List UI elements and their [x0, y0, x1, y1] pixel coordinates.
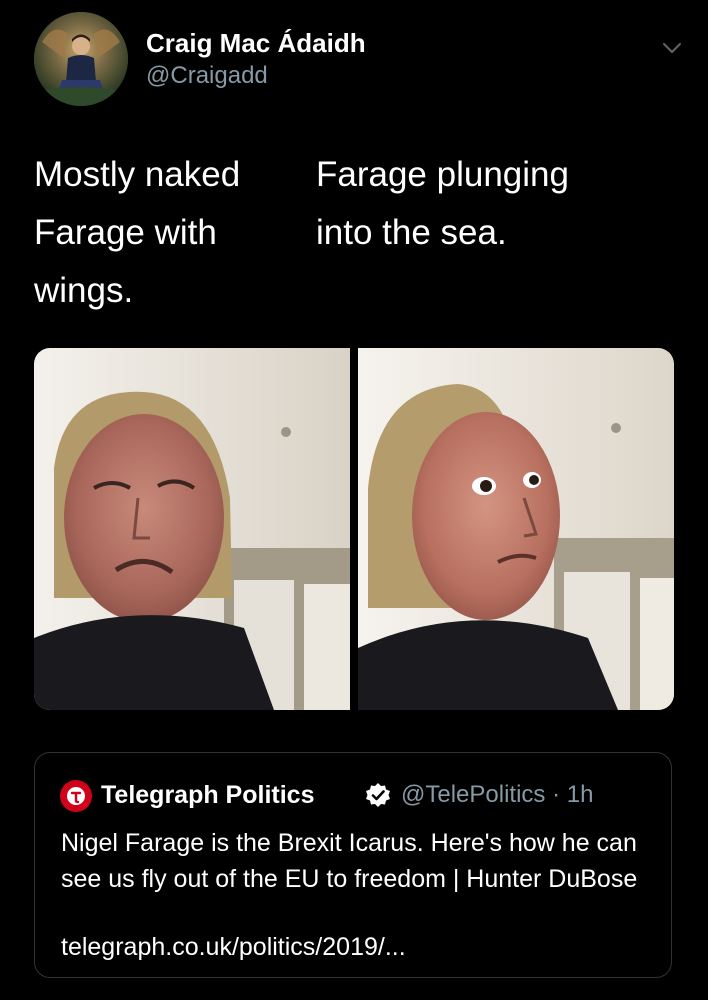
avatar-image — [34, 12, 128, 106]
reaction-interested-photo — [358, 348, 674, 710]
reaction-disgust-photo — [34, 348, 350, 710]
tweet-text-line: into the sea. — [316, 213, 507, 252]
tweet-text-line: Farage plunging — [316, 155, 569, 194]
verified-badge-icon — [365, 782, 391, 808]
tweet-text-left-column: Mostly naked Farage with wings. — [34, 146, 284, 320]
author-name[interactable]: Craig Mac Ádaidh — [146, 28, 366, 59]
quoted-handle-time[interactable]: @TelePolitics · 1h — [401, 781, 593, 809]
tweet-text-line: Mostly naked — [34, 155, 241, 194]
media-panel-interested[interactable] — [358, 348, 674, 710]
tweet-header: Craig Mac Ádaidh @Craigadd — [34, 12, 684, 108]
telegraph-logo-icon[interactable] — [59, 779, 93, 813]
quoted-tweet-link[interactable]: telegraph.co.uk/politics/2019/... — [61, 933, 406, 962]
tweet-text-line: wings. — [34, 271, 134, 310]
author-handle[interactable]: @Craigadd — [146, 62, 268, 90]
tweet-text-line: Farage with — [34, 213, 217, 252]
quoted-author-name[interactable]: Telegraph Politics — [101, 781, 314, 810]
tweet-media[interactable] — [34, 348, 674, 710]
tweet-text: Mostly naked Farage with wings. Farage p… — [34, 146, 684, 316]
quoted-tweet-body: Nigel Farage is the Brexit Icarus. Here'… — [61, 829, 638, 893]
tweet-text-right-column: Farage plunging into the sea. — [316, 146, 616, 262]
author-avatar[interactable] — [34, 12, 128, 106]
media-panel-disgust[interactable] — [34, 348, 350, 710]
chevron-down-icon[interactable] — [660, 36, 684, 60]
quoted-tweet-card[interactable]: Telegraph Politics @TelePolitics · 1h Ni… — [34, 752, 672, 978]
